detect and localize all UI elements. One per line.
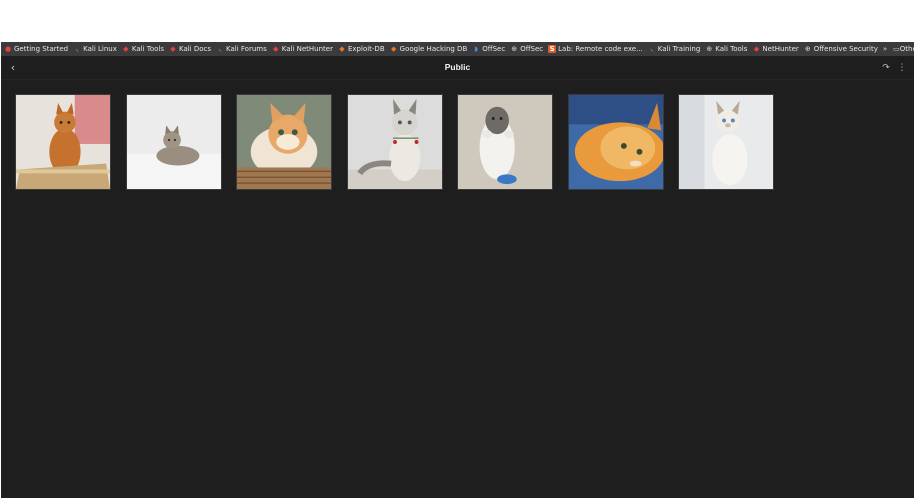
- bookmark-label: OffSec: [482, 45, 506, 53]
- bookmark-google-hacking-db[interactable]: ◆ Google Hacking DB: [390, 45, 468, 53]
- bookmark-label: Kali Forums: [226, 45, 267, 53]
- bookmark-kali-forums[interactable]: ⸜ Kali Forums: [216, 45, 267, 53]
- bookmark-kali-training[interactable]: ⸜ Kali Training: [648, 45, 701, 53]
- album-header: ‹ Public ↷ ⋮: [1, 56, 914, 80]
- bookmark-label: Kali NetHunter: [281, 45, 333, 53]
- bookmark-label: NetHunter: [762, 45, 799, 53]
- nethunter-icon: ◆: [273, 45, 279, 53]
- kali-dragon-icon: ⸜: [650, 45, 654, 53]
- photo-thumbnail[interactable]: [457, 94, 553, 190]
- bookmark-label: Offensive Security: [813, 45, 878, 53]
- nethunter-icon: ◆: [753, 45, 760, 53]
- orange-cat-in-box-image: [16, 95, 110, 189]
- bookmark-label: Kali Tools: [131, 45, 164, 53]
- bookmark-kali-docs[interactable]: ◆ Kali Docs: [169, 45, 211, 53]
- bookmark-exploit-db[interactable]: ◆ Exploit-DB: [338, 45, 385, 53]
- bookmark-label: Google Hacking DB: [399, 45, 468, 53]
- firefox-icon: ●: [4, 45, 12, 53]
- bookmark-label: Kali Linux: [83, 45, 117, 53]
- siamese-kitten-image: [679, 95, 773, 189]
- bookmarks-toolbar: ● Getting Started ⸜ Kali Linux ◆ Kali To…: [1, 42, 914, 56]
- exploit-db-icon: ◆: [390, 45, 397, 53]
- bookmark-label: Getting Started: [14, 45, 69, 53]
- ginger-cat-in-basket-image: [237, 95, 331, 189]
- share-icon[interactable]: ↷: [881, 62, 891, 74]
- kali-dragon-icon: ⸜: [218, 45, 222, 53]
- photo-thumbnail[interactable]: [15, 94, 111, 190]
- bookmark-label: Kali Training: [657, 45, 701, 53]
- more-bookmarks-chevron-icon[interactable]: »: [883, 45, 887, 53]
- tabby-kitten-image: [126, 95, 221, 189]
- kali-docs-icon: ◆: [170, 45, 176, 53]
- photo-grid: [15, 94, 789, 190]
- exploit-db-icon: ◆: [339, 45, 345, 53]
- album-title: Public: [444, 62, 471, 72]
- fluffy-orange-cat-image: [568, 95, 663, 189]
- fluffy-grey-kitten-image: [347, 95, 442, 189]
- kali-dragon-icon: ⸜: [75, 45, 79, 53]
- photo-thumbnail[interactable]: [125, 94, 222, 190]
- photo-album-view: ‹ Public ↷ ⋮: [1, 56, 914, 498]
- bookmark-label: Kali Tools: [715, 45, 748, 53]
- bookmark-kali-tools[interactable]: ◆ Kali Tools: [122, 45, 164, 53]
- other-bookmarks-folder[interactable]: ▭ Other Bookmarks: [893, 45, 914, 53]
- other-bookmarks-label: Other Bookmarks: [899, 45, 914, 53]
- globe-icon: ⊕: [804, 45, 811, 53]
- bookmark-nethunter[interactable]: ◆ NetHunter: [752, 45, 799, 53]
- kali-tools-icon: ◆: [123, 45, 129, 53]
- globe-icon: ⊕: [706, 45, 713, 53]
- bookmark-offensive-security[interactable]: ⊕ Offensive Security: [804, 45, 878, 53]
- bookmark-label: OffSec: [520, 45, 544, 53]
- photo-thumbnail[interactable]: [678, 94, 774, 190]
- blank-top-area: [0, 0, 915, 42]
- bookmark-label: Exploit-DB: [347, 45, 385, 53]
- photo-thumbnail[interactable]: [236, 94, 332, 190]
- bookmark-label: Lab: Remote code exe...: [558, 45, 643, 53]
- bookmark-offsec-2[interactable]: ⊕ OffSec: [510, 45, 543, 53]
- more-options-icon[interactable]: ⋮: [897, 62, 907, 74]
- globe-icon: ⊕: [511, 45, 518, 53]
- bookmark-getting-started[interactable]: ● Getting Started: [4, 45, 68, 53]
- bookmark-label: Kali Docs: [178, 45, 212, 53]
- bookmark-kali-tools-2[interactable]: ⊕ Kali Tools: [705, 45, 747, 53]
- bookmark-kali-nethunter[interactable]: ◆ Kali NetHunter: [272, 45, 333, 53]
- bookmark-kali-linux[interactable]: ⸜ Kali Linux: [73, 45, 117, 53]
- kitten-on-back-image: [458, 95, 552, 189]
- bookmark-offsec[interactable]: ◗ OffSec: [472, 45, 505, 53]
- photo-thumbnail[interactable]: [567, 94, 664, 190]
- bookmark-lab-remote-code[interactable]: S Lab: Remote code exe...: [548, 45, 643, 53]
- photo-thumbnail[interactable]: [346, 94, 443, 190]
- portswigger-icon: S: [548, 45, 557, 53]
- offsec-icon: ◗: [474, 45, 479, 53]
- folder-icon: ▭: [893, 45, 900, 53]
